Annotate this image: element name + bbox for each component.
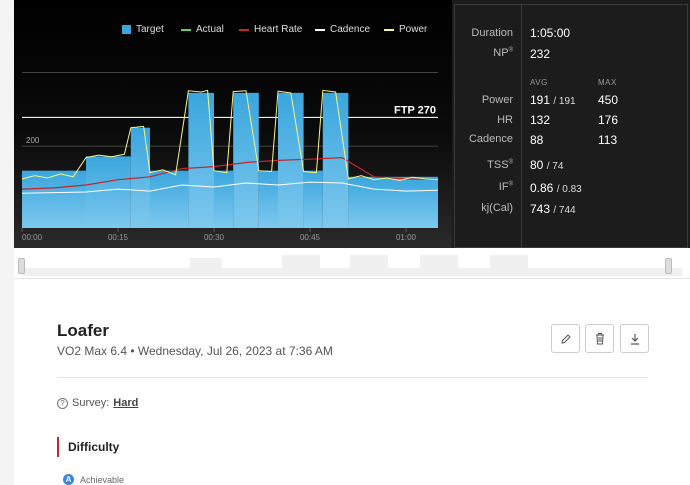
target-segment [188,92,214,228]
workout-title: Loafer [57,321,109,340]
duration-label: Duration [471,27,513,39]
power-avg-value: 191 [530,93,551,107]
timeline-block [190,258,222,276]
target-segment [348,176,438,228]
kj-target: / 744 [553,205,576,216]
difficulty-accent-bar [57,437,59,457]
pencil-icon [560,333,571,344]
tss-label-text: TSS [487,159,509,171]
kj-label: kj(Cal) [481,202,513,214]
download-icon [630,333,639,345]
target-segment [303,170,323,228]
timeline-block [490,255,528,276]
np-value: 232 [530,47,551,61]
download-button[interactable] [620,324,649,353]
target-segment [258,170,278,228]
stats-divider [521,5,522,247]
target-segment [86,156,131,228]
cadence-label: Cadence [468,133,513,145]
survey-label: Survey: [72,397,110,409]
if-target: / 0.83 [556,184,582,195]
workout-subtitle: VO2 Max 6.4 • Wednesday, Jul 26, 2023 at… [57,344,333,358]
question-icon: ? [57,397,68,409]
max-header: MAX [598,78,617,87]
chart-plot: FTP 270 200 00:00 00:15 00:30 00:45 01:00 [21,72,439,242]
stats-box: Duration 1:05:00 NP® 232 AVG MAX Power 1… [454,4,688,248]
target-segment [214,170,234,228]
trash-icon [595,333,604,345]
target-segment [150,170,189,228]
stats-panel: Duration 1:05:00 NP® 232 AVG MAX Power 1… [452,0,690,248]
survey-row: ? Survey: Hard [57,397,138,409]
kj-value: 743 / 744 [530,202,576,216]
timeline-block [350,255,388,276]
duration-value: 1:05:00 [530,26,571,40]
cadence-avg: 88 [530,133,544,147]
target-segment [322,92,349,228]
cadence-max: 113 [598,133,618,147]
left-gutter [0,0,14,485]
x-tick-label: 01:00 [396,233,417,242]
tss-label: TSS® [487,159,513,171]
timeline-minimap [22,255,682,276]
power-avg: 191 / 191 [530,93,576,107]
tss-target: / 74 [546,161,564,172]
tss-value-text: 80 [530,158,544,172]
timeline-left-handle[interactable] [18,258,25,274]
target-segment [22,170,86,228]
workout-page: Target Actual Heart Rate Cadence Power F… [14,0,690,485]
tss-info-icon[interactable]: ® [509,159,513,165]
avg-header: AVG [530,78,548,87]
np-info-icon[interactable]: ® [509,47,513,53]
y-tick-label: 200 [26,136,40,145]
timeline-block [282,255,320,276]
ftp-label: FTP 270 [394,104,436,116]
timeline-block [420,255,458,276]
x-tick-label: 00:15 [108,233,129,242]
achievable-label: Achievable [80,474,125,485]
x-tick-label: 00:45 [300,233,321,242]
timeline-right-handle[interactable] [665,258,672,274]
x-tick-label: 00:30 [204,233,225,242]
if-value-text: 0.86 [530,181,554,195]
kj-value-text: 743 [530,202,551,216]
x-tick-label: 00:00 [22,233,43,242]
if-info-icon[interactable]: ® [509,181,513,187]
tss-value: 80 / 74 [530,158,563,172]
timeline-scrubber[interactable] [14,248,690,279]
delete-button[interactable] [585,324,614,353]
hr-max: 176 [598,113,619,127]
difficulty-heading: Difficulty [68,440,120,454]
workout-chart[interactable]: Target Actual Heart Rate Cadence Power F… [14,0,452,248]
np-label-text: NP [493,47,509,59]
target-segment [233,92,259,228]
power-label: Power [481,94,513,106]
power-line [21,89,439,182]
survey-link[interactable]: Hard [113,397,138,409]
achievable-badge-icon: A [63,474,74,485]
power-max: 450 [598,93,619,107]
edit-button[interactable] [551,324,580,353]
power-avg-target: / 191 [553,96,576,107]
if-label-text: IF [498,181,509,193]
section-divider [57,377,648,378]
if-label: IF® [499,181,513,193]
if-value: 0.86 / 0.83 [530,181,582,195]
achievable-row: A Achievable [63,474,124,485]
np-label: NP® [493,47,513,59]
hr-avg: 132 [530,113,551,127]
hr-label: HR [497,114,513,126]
